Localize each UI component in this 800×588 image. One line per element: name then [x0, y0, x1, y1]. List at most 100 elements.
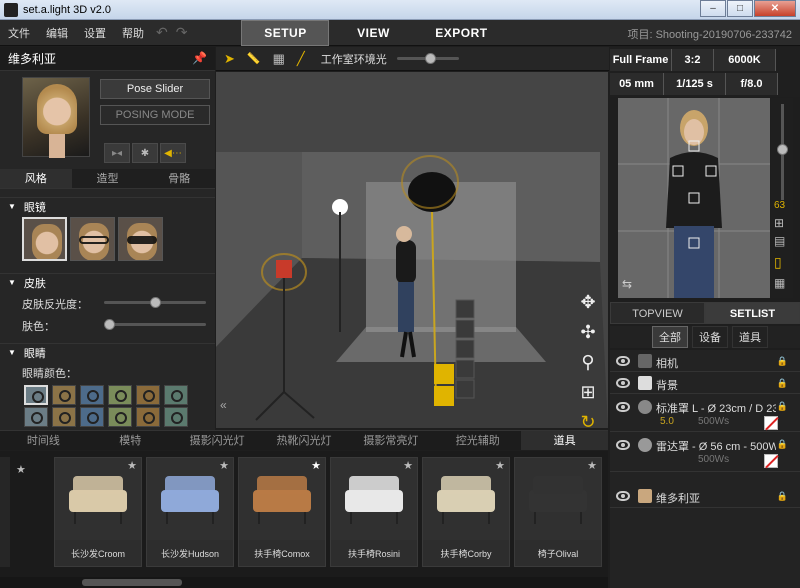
cat-timeline[interactable]: 时间线	[0, 431, 87, 450]
ambient-knob[interactable]	[424, 53, 436, 64]
list-item-light-2[interactable]: 雷达罩 - Ø 56 cm - 500W 🔒 500Ws	[610, 432, 800, 472]
focal-length[interactable]: 05 mm	[610, 73, 664, 95]
undo-icon[interactable]: ↶	[152, 24, 172, 41]
menu-settings[interactable]: 设置	[76, 25, 114, 41]
measure-icon[interactable]: 📏	[247, 52, 261, 65]
mirror-icon[interactable]: ▸◂	[104, 143, 130, 163]
favorite-star-icon[interactable]: ★	[587, 459, 597, 472]
sensor-format[interactable]: Full Frame	[610, 49, 672, 71]
favorite-star-icon[interactable]: ★	[495, 459, 505, 472]
visibility-icon[interactable]	[616, 356, 630, 366]
tab-setup[interactable]: SETUP	[241, 19, 330, 46]
zoom-knob[interactable]	[777, 144, 788, 155]
skin-color-slider[interactable]	[104, 319, 206, 330]
pose-slider-button[interactable]: Pose Slider	[100, 79, 210, 99]
grid-overlay-icon[interactable]: ⊞	[774, 216, 784, 230]
reset-view-icon[interactable]: ↻	[574, 412, 602, 428]
list-item-model[interactable]: 维多利亚 🔒	[610, 484, 800, 508]
light-follow-icon[interactable]: ◀⋯	[160, 143, 186, 163]
cat-studio-flash[interactable]: 摄影闪光灯	[174, 431, 261, 450]
favorites-star-icon[interactable]: ★	[16, 463, 26, 476]
collapse-panel-icon[interactable]: «	[220, 398, 227, 412]
tab-shape[interactable]: 造型	[72, 169, 144, 188]
model-portrait[interactable]	[22, 77, 90, 158]
glasses-section[interactable]: ▼ 眼镜	[0, 197, 215, 215]
glasses-none[interactable]	[22, 217, 67, 261]
eye-color-swatch[interactable]	[164, 407, 188, 427]
pose-icon[interactable]: ✱	[132, 143, 158, 163]
camera-preview[interactable]: ⇆	[618, 98, 770, 298]
skin-reflect-knob[interactable]	[149, 297, 161, 308]
eye-color-swatch[interactable]	[136, 385, 160, 405]
filter-props[interactable]: 道具	[732, 326, 768, 348]
aperture[interactable]: f/8.0	[726, 73, 778, 95]
cat-light-modifiers[interactable]: 控光辅助	[434, 431, 521, 450]
eye-color-swatch[interactable]	[80, 407, 104, 427]
preview-settings-icon[interactable]: ▦	[774, 276, 785, 290]
select-cursor-icon[interactable]: ➤	[224, 51, 235, 67]
lock-icon[interactable]: 🔒	[777, 378, 788, 389]
tab-view[interactable]: VIEW	[329, 20, 417, 46]
line-icon[interactable]: ╱	[297, 51, 305, 67]
orientation-icon[interactable]: ▯	[774, 254, 782, 271]
skin-reflect-slider[interactable]	[104, 297, 206, 308]
skin-color-knob[interactable]	[104, 319, 115, 330]
lock-icon[interactable]: 🔒	[777, 401, 788, 412]
visibility-icon[interactable]	[616, 402, 630, 412]
favorite-star-icon[interactable]: ★	[403, 459, 413, 472]
zoom-slider[interactable]	[777, 104, 788, 200]
zoom-view-icon[interactable]: ⚲	[574, 352, 602, 382]
cat-hotshoe-flash[interactable]: 热靴闪光灯	[261, 431, 348, 450]
eye-color-swatch[interactable]	[52, 385, 76, 405]
prop-item[interactable]: ★ 长沙发Croom	[54, 457, 142, 567]
light-power[interactable]: 5.0	[660, 416, 674, 427]
eyes-section[interactable]: ▼ 眼睛	[0, 343, 215, 361]
tab-setlist[interactable]: SETLIST	[705, 302, 800, 324]
list-item-background[interactable]: 背景 🔒	[610, 372, 800, 394]
eye-color-swatch[interactable]	[52, 407, 76, 427]
library-scrollbar[interactable]	[0, 577, 608, 588]
eye-color-swatch[interactable]	[24, 385, 48, 405]
eye-color-swatch[interactable]	[108, 385, 132, 405]
prop-item[interactable]: ★ 扶手椅Corby	[422, 457, 510, 567]
favorite-star-icon[interactable]: ★	[219, 459, 229, 472]
prop-item[interactable]: ★ 扶手椅Comox	[238, 457, 326, 567]
skin-section[interactable]: ▼ 皮肤	[0, 273, 215, 291]
eye-color-swatch[interactable]	[136, 407, 160, 427]
minimize-button[interactable]: –	[700, 0, 726, 17]
cat-props[interactable]: 道具	[521, 431, 609, 450]
ambient-slider[interactable]	[396, 53, 459, 64]
pan-view-icon[interactable]: ✣	[574, 322, 602, 352]
tab-export[interactable]: EXPORT	[417, 20, 505, 46]
prop-item[interactable]: ★ 扶手椅Rosini	[330, 457, 418, 567]
fit-view-icon[interactable]: ⊞	[574, 382, 602, 412]
menu-edit[interactable]: 编辑	[38, 25, 76, 41]
prop-item[interactable]: ★ 椅子Olival	[514, 457, 602, 567]
visibility-icon[interactable]	[616, 378, 630, 388]
tab-style[interactable]: 风格	[0, 169, 72, 188]
disable-light-icon[interactable]	[764, 416, 778, 430]
eye-color-swatch[interactable]	[164, 385, 188, 405]
cat-continuous-light[interactable]: 摄影常亮灯	[347, 431, 434, 450]
scroll-thumb[interactable]	[82, 579, 182, 586]
list-item-light-1[interactable]: 标准罩 L - Ø 23cm / D 23 🔒 5.0 500Ws	[610, 394, 800, 432]
prop-item[interactable]: ★ 长沙发Hudson	[146, 457, 234, 567]
favorite-star-icon[interactable]: ★	[311, 459, 321, 472]
lock-icon[interactable]: 🔒	[777, 356, 788, 367]
visibility-icon[interactable]	[616, 491, 630, 501]
visibility-icon[interactable]	[616, 440, 630, 450]
cat-models[interactable]: 模特	[87, 431, 174, 450]
menu-file[interactable]: 文件	[0, 25, 38, 41]
studio-viewport[interactable]: « ✥ ✣ ⚲ ⊞ ↻	[216, 72, 608, 428]
lock-icon[interactable]: 🔒	[777, 439, 788, 450]
eye-color-swatch[interactable]	[108, 407, 132, 427]
menu-help[interactable]: 帮助	[114, 25, 152, 41]
eye-color-swatch[interactable]	[24, 407, 48, 427]
tab-topview[interactable]: TOPVIEW	[610, 302, 705, 324]
disable-light-icon[interactable]	[764, 454, 778, 468]
redo-icon[interactable]: ↷	[172, 24, 192, 41]
aspect-ratio[interactable]: 3:2	[672, 49, 714, 71]
glasses-clear[interactable]	[70, 217, 115, 261]
grid-icon[interactable]: ▦	[273, 51, 285, 67]
tab-bones[interactable]: 骨骼	[143, 169, 215, 188]
